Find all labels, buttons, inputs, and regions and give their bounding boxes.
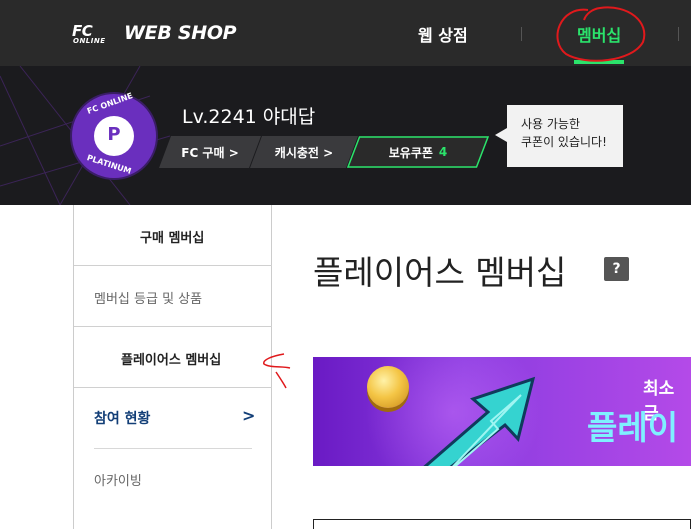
badge-letter: P [107, 124, 121, 145]
sidebar-item-label: 멤버십 등급 및 상품 [94, 292, 203, 307]
sidebar-divider [94, 448, 252, 449]
nav-divider [521, 27, 522, 41]
sidebar-item-label: 플레이어스 멤버십 [121, 353, 222, 368]
sidebar-item-purchase-membership[interactable]: 구매 멤버십 [74, 205, 272, 266]
brand-title[interactable]: WEB SHOP [124, 22, 237, 44]
coupon-tooltip: 사용 가능한 쿠폰이 있습니다! [507, 105, 623, 167]
fc-buy-button[interactable]: FC 구매 > [159, 136, 261, 168]
tooltip-line-2: 쿠폰이 있습니다! [521, 135, 607, 149]
membership-badge: FC ONLINE P PLATINUM [72, 91, 156, 178]
page-title: 플레이어스 멤버십 [313, 253, 567, 292]
tooltip-pointer [495, 128, 507, 142]
badge-bottom-text: PLATINUM [85, 153, 133, 176]
fc-buy-label: FC 구매 > [181, 145, 239, 160]
sidebar-item-players-membership[interactable]: 플레이어스 멤버십 [74, 327, 272, 388]
sidebar-item-grade-products[interactable]: 멤버십 등급 및 상품 [74, 266, 272, 327]
badge-center: P [94, 116, 134, 156]
chevron-right-icon[interactable]: > [242, 406, 255, 425]
arrow-up-right-icon [423, 376, 536, 466]
sidebar-item-participation[interactable]: 참여 현황 [94, 408, 150, 428]
sidebar: 구매 멤버십 멤버십 등급 및 상품 플레이어스 멤버십 참여 현황 > 아카이… [73, 205, 272, 529]
promo-banner[interactable]: 최소 금 플레이 [313, 357, 691, 466]
nav-divider [678, 27, 679, 41]
coupon-button-outline [347, 136, 489, 168]
content-panel [313, 519, 691, 529]
sidebar-item-label: 구매 멤버십 [140, 231, 205, 246]
cash-charge-button[interactable]: 캐시충전 > [250, 136, 358, 168]
nav-active-indicator [574, 60, 624, 64]
nav-membership[interactable]: 멤버십 [577, 22, 621, 46]
nav-web-shop[interactable]: 웹 상점 [418, 22, 468, 46]
logo-online-text: ONLINE [73, 37, 106, 45]
sidebar-item-archiving[interactable]: 아카이빙 [94, 470, 142, 489]
cash-charge-label: 캐시충전 > [274, 145, 334, 160]
page: FC ONLINE WEB SHOP 웹 상점 멤버십 FC ONLINE P … [0, 0, 691, 529]
tooltip-line-1: 사용 가능한 [521, 117, 581, 131]
help-icon[interactable]: ? [604, 257, 629, 281]
fc-online-logo[interactable]: FC ONLINE [72, 22, 116, 46]
coin-icon [367, 366, 409, 408]
user-level-name: Lv.2241 야대답 [182, 106, 316, 128]
top-nav: FC ONLINE WEB SHOP 웹 상점 멤버십 [0, 0, 691, 66]
profile-band: FC ONLINE P PLATINUM Lv.2241 야대답 FC 구매 >… [0, 66, 691, 205]
banner-title: 플레이 [587, 408, 679, 447]
